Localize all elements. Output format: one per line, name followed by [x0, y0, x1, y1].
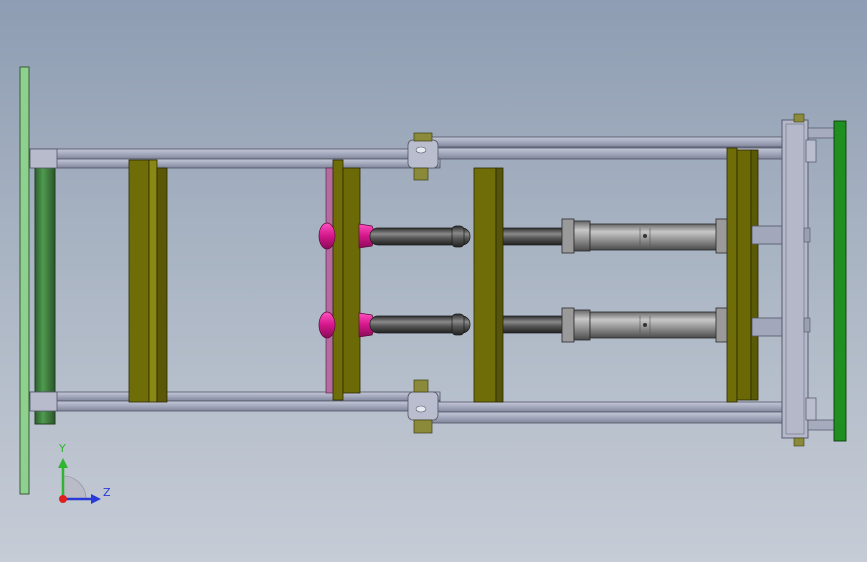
z-axis-label: Z	[103, 486, 111, 499]
right-frame[interactable]	[781, 113, 835, 447]
green-roller[interactable]	[34, 149, 56, 425]
bottom-rail-left[interactable]	[29, 391, 441, 402]
origin-dot	[59, 495, 67, 503]
bottom-rail-left-lower[interactable]	[55, 400, 441, 412]
top-rail-left[interactable]	[29, 148, 441, 160]
top-pivot-joint[interactable]	[407, 132, 439, 181]
olive-plate-3[interactable]	[473, 167, 504, 403]
triad-quadrant	[62, 475, 87, 500]
bottom-rail-right[interactable]	[429, 401, 786, 413]
olive-plate-4[interactable]	[726, 147, 759, 403]
olive-plate-2[interactable]	[325, 159, 361, 401]
air-cylinder-lower[interactable]	[561, 307, 753, 343]
model-viewport[interactable]: Y Z	[0, 0, 867, 562]
cylinder-bracket-lower[interactable]	[751, 317, 783, 337]
top-left-bracket[interactable]	[29, 148, 58, 169]
left-end-plate[interactable]	[19, 66, 30, 495]
air-cylinder-upper[interactable]	[561, 218, 753, 254]
top-rail-left-lower[interactable]	[55, 158, 441, 169]
assembly-drawing[interactable]	[0, 0, 867, 562]
piston-rod-lower[interactable]	[369, 313, 565, 336]
bottom-pivot-joint[interactable]	[407, 379, 439, 434]
y-axis-label: Y	[59, 442, 66, 455]
top-rail-right[interactable]	[429, 136, 786, 148]
bottom-rail-right-lower[interactable]	[429, 411, 786, 424]
piston-rod-upper[interactable]	[369, 225, 565, 248]
bottom-left-bracket[interactable]	[29, 391, 58, 412]
cylinder-bracket-upper[interactable]	[751, 225, 783, 245]
olive-plate-1[interactable]	[128, 159, 168, 403]
coordinate-triad	[58, 458, 101, 504]
right-end-plate[interactable]	[833, 120, 847, 442]
